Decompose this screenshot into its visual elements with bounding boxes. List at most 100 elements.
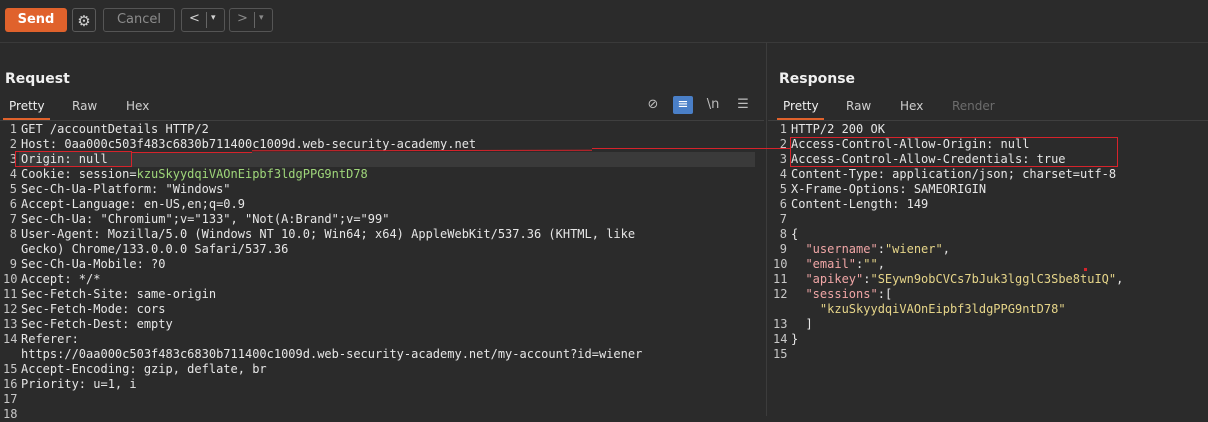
- response-line: 5 X-Frame-Options: SAMEORIGIN: [773, 182, 1205, 197]
- line-number: 13: [3, 317, 18, 331]
- json-value: "SEywn9obCVCs7bJuk3lgglC3Sbe8tuIQ": [870, 272, 1117, 286]
- request-line: 1 GET /accountDetails HTTP/2: [3, 122, 755, 137]
- line-number: 14: [3, 332, 18, 346]
- request-tab-strip: [0, 120, 764, 121]
- line-number: 10: [3, 272, 18, 286]
- json-key: "sessions": [805, 287, 878, 301]
- request-line: 18: [3, 407, 755, 422]
- line-number: 16: [3, 377, 18, 391]
- editor-menu-icon[interactable]: ☰: [733, 96, 753, 114]
- json-separator: :: [877, 242, 885, 256]
- json-key: "email": [805, 257, 857, 271]
- json-separator: :: [877, 287, 885, 301]
- line-text: Accept: */*: [21, 272, 101, 286]
- cancel-button[interactable]: Cancel: [103, 8, 175, 32]
- forward-history-button[interactable]: > ▾: [229, 8, 273, 32]
- line-number: 6: [9, 197, 17, 211]
- line-text: HTTP/2 200 OK: [791, 122, 885, 136]
- json-value: "kzuSkyydqiVAOnEipbf3ldgPPG9ntD78": [819, 302, 1066, 316]
- hide-nonprintable-icon[interactable]: ⊘: [643, 96, 663, 114]
- request-line: 10 Accept: */*: [3, 272, 755, 287]
- json-value: "": [863, 257, 878, 271]
- line-text: Sec-Fetch-Site: same-origin: [21, 287, 217, 301]
- response-line: 15: [773, 347, 1205, 362]
- line-text: "username":"wiener",: [791, 242, 950, 257]
- line-text: GET /accountDetails HTTP/2: [21, 122, 209, 136]
- line-text: Sec-Fetch-Dest: empty: [21, 317, 173, 331]
- back-history-button[interactable]: < ▾: [181, 8, 225, 32]
- response-line: 1 HTTP/2 200 OK: [773, 122, 1205, 137]
- back-arrow-icon[interactable]: <: [189, 11, 200, 26]
- response-title: Response: [779, 71, 856, 87]
- line-number: 7: [9, 212, 17, 226]
- line-number: 15: [773, 347, 788, 361]
- json-punctuation: ,: [1116, 272, 1124, 286]
- toolbar: Send ⚙ Cancel < ▾ > ▾: [0, 0, 1208, 43]
- response-line: 4 Content-Type: application/json; charset…: [773, 167, 1205, 182]
- line-number: 14: [773, 332, 788, 346]
- pane-divider[interactable]: [766, 42, 767, 416]
- request-tab-pretty[interactable]: Pretty: [9, 99, 45, 113]
- word-wrap-icon[interactable]: ≡: [673, 96, 693, 114]
- line-text: Sec-Ch-Ua-Platform: "Windows": [21, 182, 231, 196]
- request-line: 15 Accept-Encoding: gzip, deflate, br: [3, 362, 755, 377]
- response-tab-hex[interactable]: Hex: [900, 99, 923, 113]
- line-text: Accept-Language: en-US,en;q=0.9: [21, 197, 245, 211]
- response-line: "kzuSkyydqiVAOnEipbf3ldgPPG9ntD78": [773, 302, 1205, 317]
- annotation-cors-headers-box: [790, 137, 1118, 167]
- line-text: "apikey":"SEywn9obCVCs7bJuk3lgglC3Sbe8tu…: [791, 272, 1123, 287]
- request-line: Gecko) Chrome/133.0.0.0 Safari/537.36: [3, 242, 755, 257]
- line-number: 7: [779, 212, 787, 226]
- line-number: 2: [779, 137, 787, 151]
- request-line: 4 Cookie: session=kzuSkyydqiVAOnEipbf3ldg…: [3, 167, 755, 182]
- response-line: 7: [773, 212, 1205, 227]
- settings-gear-icon[interactable]: ⚙: [72, 8, 96, 32]
- request-line: 13 Sec-Fetch-Dest: empty: [3, 317, 755, 332]
- request-tab-raw[interactable]: Raw: [72, 99, 97, 113]
- request-line: 16 Priority: u=1, i: [3, 377, 755, 392]
- json-key: "username": [805, 242, 878, 256]
- request-tab-hex[interactable]: Hex: [126, 99, 149, 113]
- line-number: 12: [773, 287, 788, 301]
- line-number: 5: [779, 182, 787, 196]
- forward-dropdown-icon[interactable]: ▾: [259, 13, 264, 23]
- line-number: 11: [3, 287, 18, 301]
- line-number: 3: [779, 152, 787, 166]
- line-text: https://0aa000c503f483c6830b711400c1009d…: [21, 347, 643, 361]
- line-number: 18: [3, 407, 18, 421]
- request-line: 17: [3, 392, 755, 407]
- response-line: 8{: [773, 227, 1205, 242]
- response-tab-strip: [768, 120, 1208, 121]
- line-text: "kzuSkyydqiVAOnEipbf3ldgPPG9ntD78": [791, 302, 1066, 317]
- line-number: 10: [773, 257, 788, 271]
- request-title: Request: [5, 71, 70, 87]
- json-punctuation: ,: [877, 257, 885, 271]
- line-number: 17: [3, 392, 18, 406]
- back-dropdown-icon[interactable]: ▾: [211, 13, 216, 23]
- response-tab-pretty[interactable]: Pretty: [783, 99, 819, 113]
- annotation-origin-box: [15, 151, 132, 167]
- line-number: 1: [779, 122, 787, 136]
- line-number: 15: [3, 362, 18, 376]
- line-text: Cookie: session=kzuSkyydqiVAOnEipbf3ldgP…: [21, 167, 368, 182]
- show-newlines-icon[interactable]: \n: [703, 96, 723, 114]
- send-button[interactable]: Send: [5, 8, 67, 32]
- line-text: ]: [791, 317, 813, 331]
- response-tab-raw[interactable]: Raw: [846, 99, 871, 113]
- request-editor[interactable]: 1 GET /accountDetails HTTP/2 2 Host: 0aa000…: [3, 122, 755, 422]
- response-tab-render[interactable]: Render: [952, 99, 995, 113]
- response-line: 9 "username":"wiener",: [773, 242, 1205, 257]
- cookie-name: Cookie: session=: [21, 167, 137, 181]
- forward-arrow-icon[interactable]: >: [237, 11, 248, 26]
- annotation-dot: [1084, 268, 1087, 271]
- line-number: 13: [773, 317, 788, 331]
- line-number: 11: [773, 272, 788, 286]
- line-number: 1: [9, 122, 17, 136]
- line-text: Referer:: [21, 332, 79, 346]
- line-text: {: [791, 227, 799, 241]
- line-text: Sec-Ch-Ua: "Chromium";v="133", "Not(A:Br…: [21, 212, 390, 226]
- response-line: 10 "email":"",: [773, 257, 1205, 272]
